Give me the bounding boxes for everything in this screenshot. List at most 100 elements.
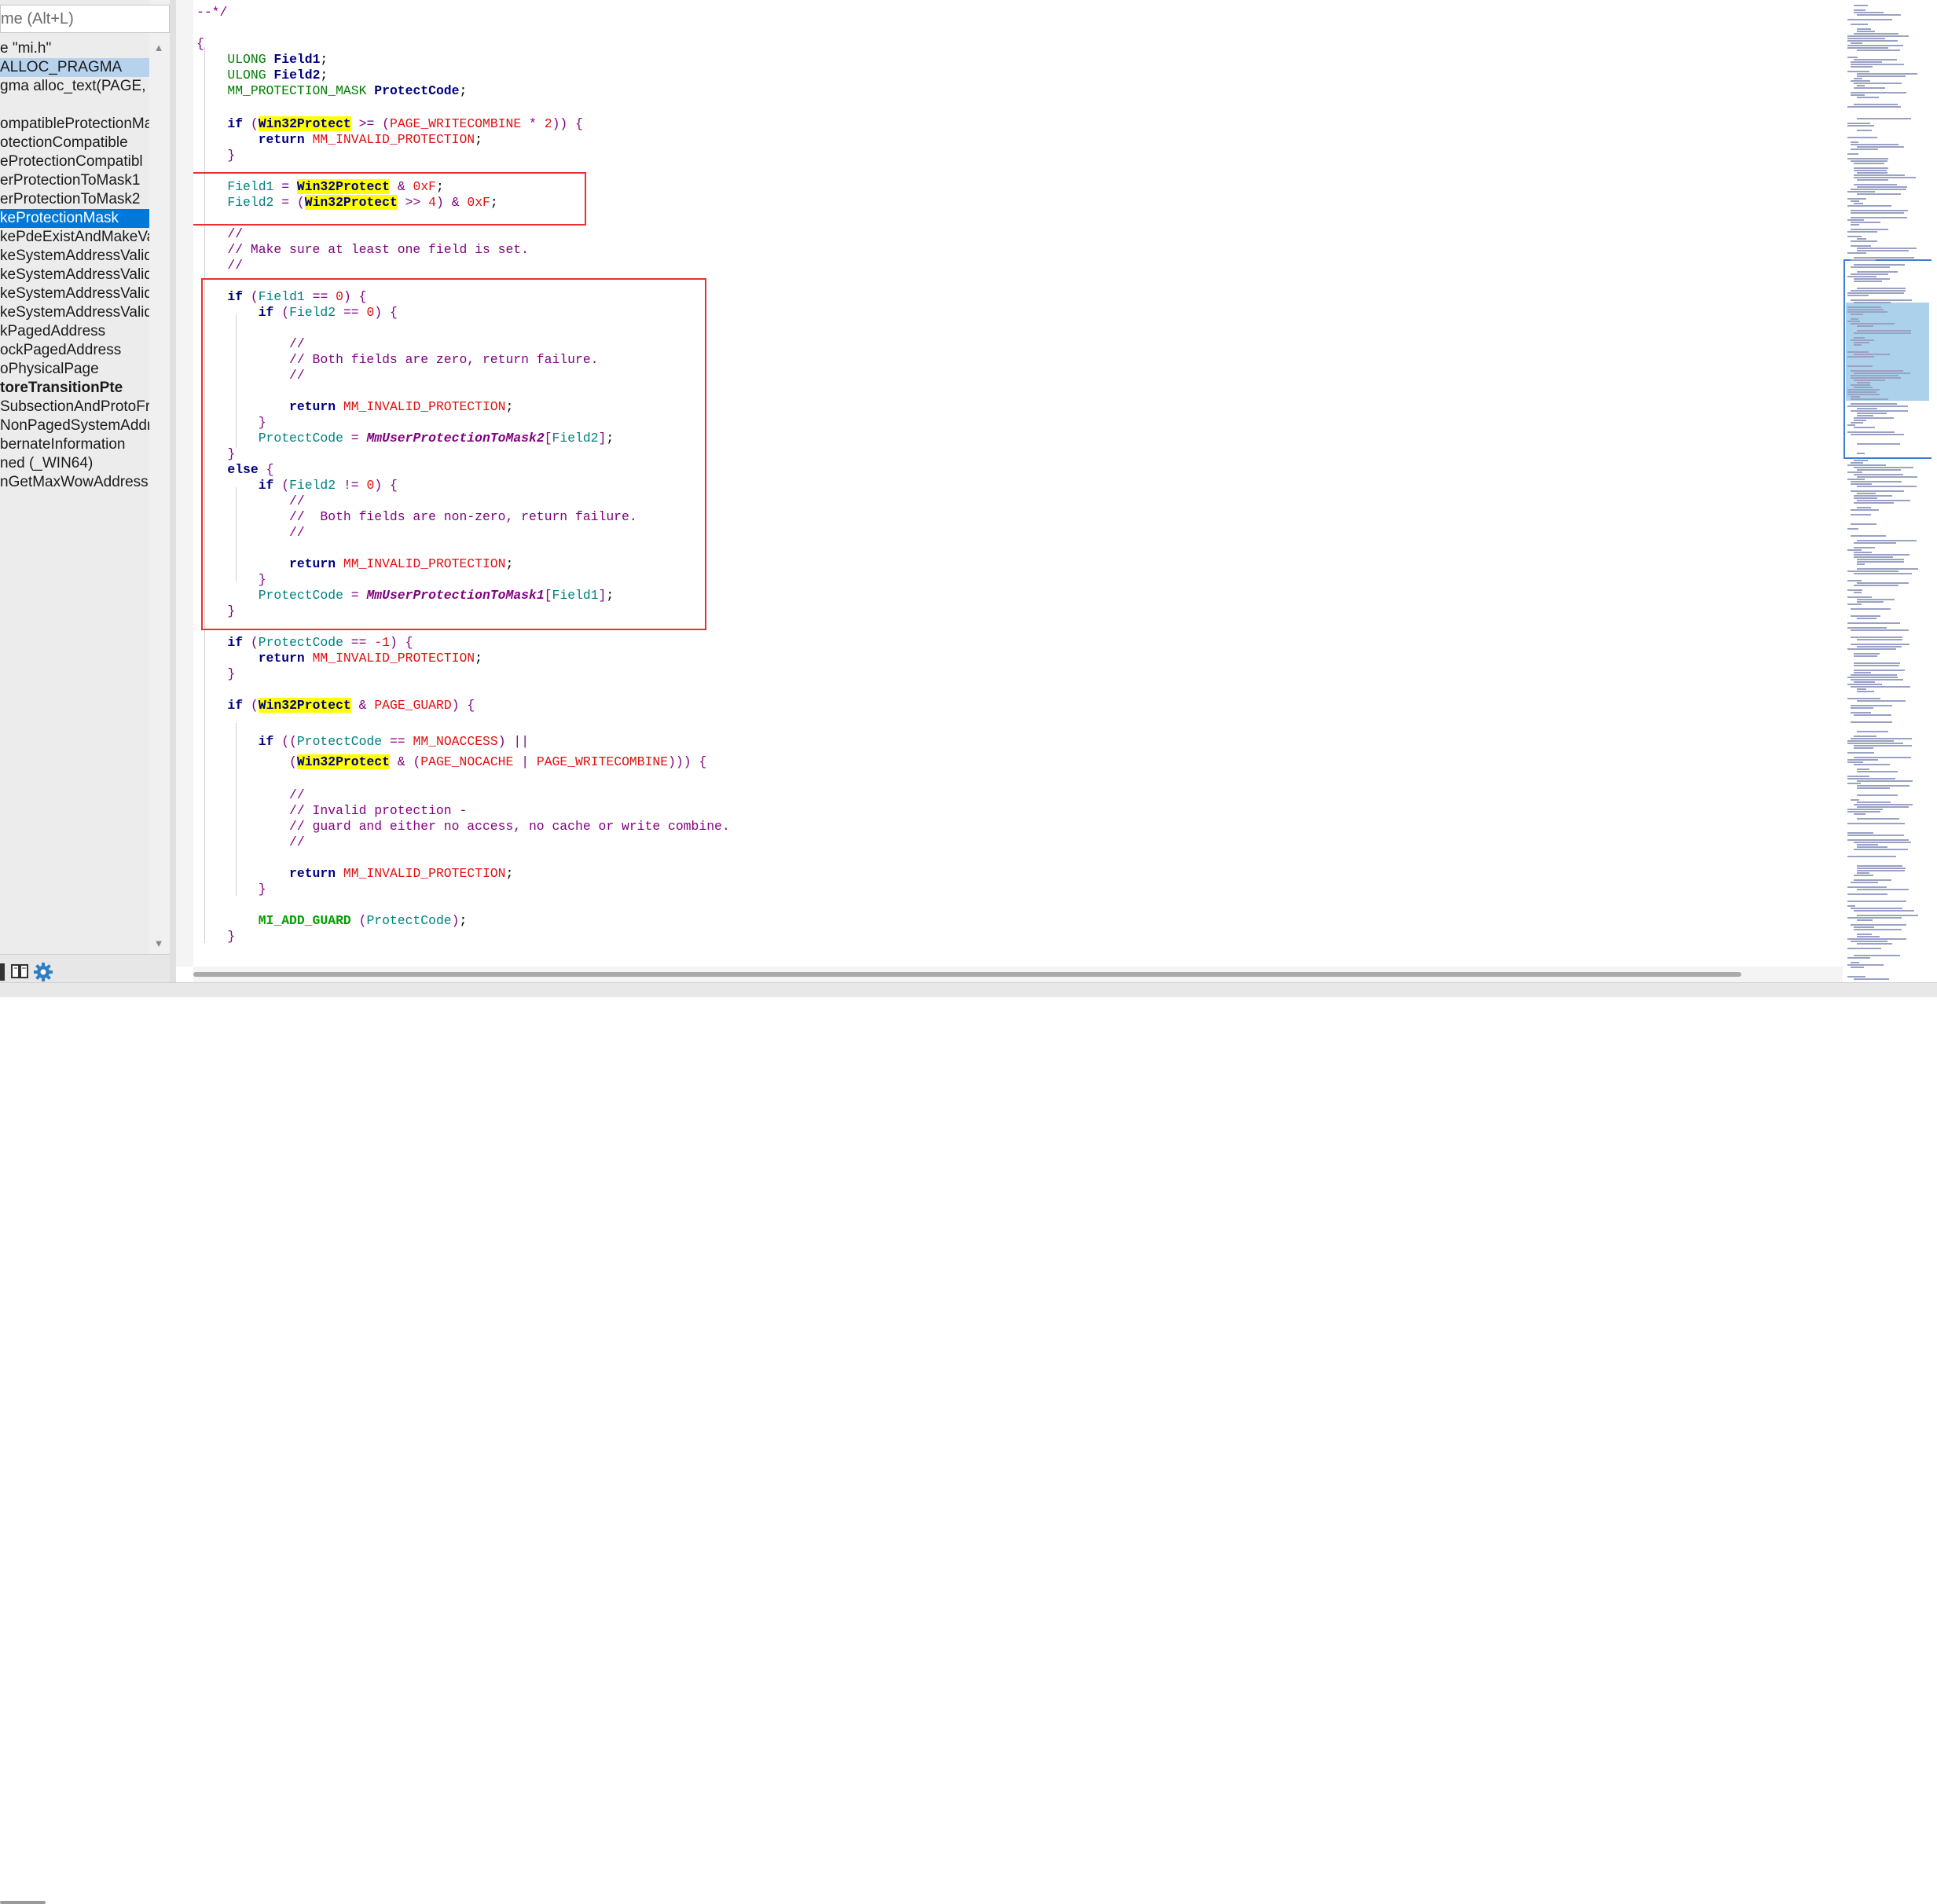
symbol-list-hscroll-thumb[interactable] bbox=[0, 1901, 46, 1904]
symbol-list-item[interactable]: otectionCompatible bbox=[0, 134, 149, 152]
symbol-list-item[interactable]: bernateInformation bbox=[0, 435, 149, 454]
symbol-list-item[interactable]: e "mi.h" bbox=[0, 39, 149, 58]
minimap-line bbox=[1847, 479, 1865, 480]
symbol-list-item[interactable]: keSystemAddressValid bbox=[0, 284, 149, 303]
symbol-list-item[interactable]: eProtectionCompatibl bbox=[0, 152, 149, 171]
minimap-line bbox=[1847, 356, 1874, 358]
code-editor[interactable]: --*/ { ULONG Field1; ULONG Field2; MM_PR… bbox=[193, 0, 1843, 967]
minimap-line bbox=[1851, 259, 1876, 261]
minimap-line bbox=[1857, 28, 1871, 30]
symbol-list-item[interactable]: kPagedAddress bbox=[0, 322, 149, 341]
symbol-list-item[interactable]: keSystemAddressValid bbox=[0, 303, 149, 322]
minimap-line bbox=[1851, 299, 1912, 301]
minimap-line bbox=[1851, 200, 1859, 202]
minimap-line bbox=[1851, 24, 1868, 25]
symbol-list-item[interactable]: erProtectionToMask1 bbox=[0, 171, 149, 190]
minimap-line bbox=[1854, 387, 1873, 388]
minimap-line bbox=[1851, 462, 1863, 464]
minimap-line bbox=[1851, 738, 1912, 739]
minimap-line bbox=[1857, 469, 1901, 471]
minimap-line bbox=[1854, 745, 1912, 747]
symbol-search-input[interactable]: me (Alt+L) bbox=[0, 5, 170, 33]
minimap-line bbox=[1847, 252, 1866, 254]
symbol-list: e "mi.h" ALLOC_PRAGMA gma alloc_text(PAGE,… bbox=[0, 39, 149, 951]
symbol-list-item[interactable]: keSystemAddressValid bbox=[0, 266, 149, 284]
minimap-line bbox=[1854, 184, 1897, 185]
minimap-line bbox=[1854, 87, 1885, 89]
minimap-line bbox=[1851, 377, 1901, 379]
minimap-line bbox=[1847, 123, 1870, 124]
minimap-line bbox=[1851, 314, 1863, 315]
minimap-line bbox=[1857, 846, 1887, 848]
minimap-line bbox=[1851, 273, 1888, 275]
minimap-line bbox=[1854, 556, 1893, 558]
minimap-line bbox=[1847, 684, 1882, 685]
editor-hscroll-thumb[interactable] bbox=[193, 972, 1741, 977]
minimap-line bbox=[1854, 910, 1914, 912]
minimap-line bbox=[1847, 917, 1902, 919]
minimap-line bbox=[1847, 389, 1880, 391]
symbol-list-item[interactable]: toreTransitionPte bbox=[0, 379, 149, 398]
scroll-down-icon[interactable]: ▼ bbox=[149, 935, 168, 952]
symbol-list-item[interactable] bbox=[0, 96, 149, 115]
minimap-line bbox=[1857, 559, 1904, 560]
minimap-line bbox=[1847, 752, 1874, 754]
symbol-list-item[interactable]: nGetMaxWowAddress bbox=[0, 473, 149, 492]
minimap-line bbox=[1851, 705, 1892, 706]
symbol-list-item[interactable]: erProtectionToMask2 bbox=[0, 190, 149, 209]
symbol-list-item[interactable]: oPhysicalPage bbox=[0, 360, 149, 379]
minimap-line bbox=[1847, 405, 1908, 407]
symbol-list-item[interactable]: ockPagedAddress bbox=[0, 341, 149, 360]
minimap-line bbox=[1857, 75, 1906, 77]
code-line: // bbox=[227, 258, 244, 273]
editor-hscrollbar[interactable] bbox=[193, 967, 1843, 982]
symbol-list-item[interactable]: keSystemAddressValid bbox=[0, 247, 149, 266]
minimap-line bbox=[1851, 323, 1895, 325]
code-line: if ((ProtectCode == MM_NOACCESS) || bbox=[258, 734, 530, 749]
symbol-list-item[interactable]: ALLOC_PRAGMA bbox=[0, 58, 149, 77]
minimap-line bbox=[1847, 905, 1855, 907]
symbol-list-item[interactable]: NonPagedSystemAddr bbox=[0, 416, 149, 435]
scroll-up-icon[interactable]: ▲ bbox=[149, 39, 168, 57]
minimap-line bbox=[1857, 408, 1877, 409]
minimap-line bbox=[1847, 158, 1888, 160]
symbol-list-item[interactable]: ned (_WIN64) bbox=[0, 454, 149, 473]
minimap-line bbox=[1851, 483, 1872, 485]
code-minimap[interactable] bbox=[1843, 0, 1937, 996]
symbol-list-item[interactable]: kePdeExistAndMakeVa bbox=[0, 228, 149, 247]
symbol-list-item[interactable]: keProtectionMask bbox=[0, 209, 149, 228]
minimap-line bbox=[1854, 681, 1875, 683]
minimap-line bbox=[1847, 351, 1869, 353]
minimap-line bbox=[1847, 886, 1887, 888]
minimap-line bbox=[1851, 210, 1908, 211]
minimap-line bbox=[1854, 714, 1891, 716]
symbol-list-item[interactable]: gma alloc_text(PAGE, N bbox=[0, 77, 149, 96]
minimap-line bbox=[1857, 271, 1898, 273]
minimap-line bbox=[1857, 599, 1895, 600]
minimap-line bbox=[1847, 306, 1881, 308]
minimap-line bbox=[1854, 495, 1892, 497]
code-line: return MM_INVALID_PROTECTION; bbox=[289, 866, 514, 881]
minimap-line bbox=[1857, 844, 1878, 846]
minimap-line bbox=[1857, 476, 1917, 478]
minimap-line bbox=[1854, 670, 1905, 671]
minimap-line bbox=[1857, 934, 1872, 935]
symbol-list-item[interactable]: ompatibleProtectionMa bbox=[0, 115, 149, 134]
minimap-line bbox=[1857, 889, 1909, 890]
symbol-list-item[interactable]: SubsectionAndProtoFr bbox=[0, 398, 149, 416]
minimap-line bbox=[1854, 554, 1909, 556]
minimap-line bbox=[1851, 396, 1860, 398]
minimap-line bbox=[1857, 179, 1888, 181]
code-line: if (ProtectCode == -1) { bbox=[227, 635, 413, 650]
minimap-line bbox=[1847, 276, 1876, 277]
symbol-list-scrollbar[interactable]: ▲ ▼ bbox=[149, 39, 168, 955]
minimap-line bbox=[1854, 104, 1898, 105]
minimap-line bbox=[1857, 802, 1891, 803]
panel-splitter[interactable] bbox=[170, 0, 176, 996]
minimap-line bbox=[1847, 431, 1895, 433]
minimap-line bbox=[1851, 245, 1871, 247]
minimap-line bbox=[1847, 976, 1865, 978]
minimap-line bbox=[1854, 842, 1911, 843]
minimap-line bbox=[1857, 582, 1909, 584]
minimap-line bbox=[1847, 38, 1885, 39]
